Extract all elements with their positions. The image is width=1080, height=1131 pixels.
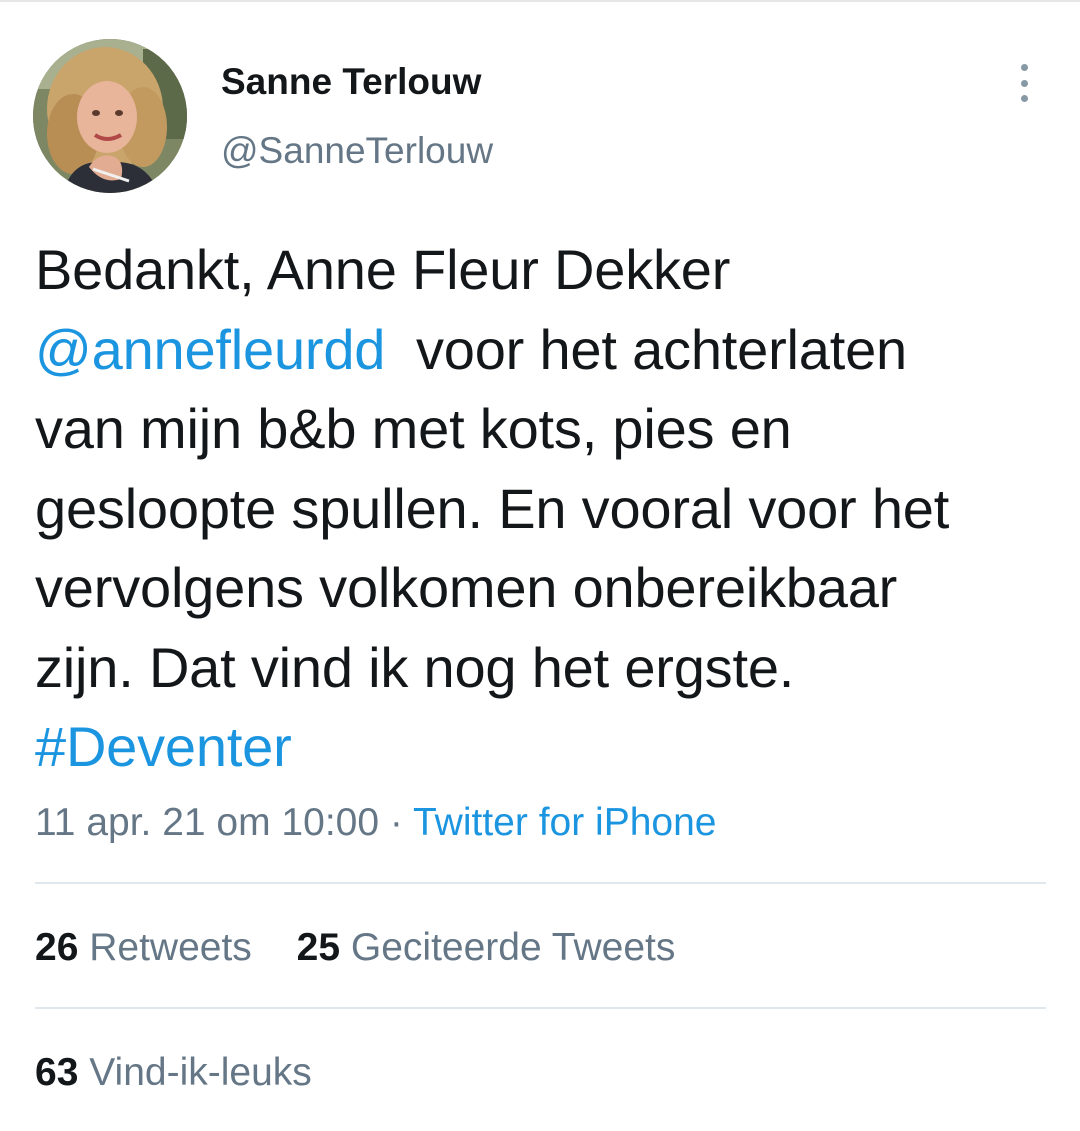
likes-stats: 63 Vind-ik-leuks xyxy=(35,1050,312,1096)
author-handle[interactable]: @SanneTerlouw xyxy=(221,129,493,173)
tweet-line: vervolgens volkomen onbereikbaar xyxy=(35,556,898,619)
tweet-line: Bedankt, Anne Fleur Dekker xyxy=(35,238,731,301)
more-vertical-icon xyxy=(1020,64,1028,71)
engagement-stats: 26 Retweets 25 Geciteerde Tweets xyxy=(35,925,675,971)
tweet-line: @annefleurdd voor het achterlaten xyxy=(35,310,1055,390)
tweet-line: zijn. Dat vind ik nog het ergste. xyxy=(35,635,795,699)
quote-tweets-stat[interactable]: 25 Geciteerde Tweets xyxy=(297,925,676,971)
retweets-count: 26 xyxy=(35,926,79,969)
quote-tweets-count: 25 xyxy=(296,926,341,969)
author-display-name[interactable]: Sanne Terlouw xyxy=(221,60,481,104)
retweets-stat[interactable]: 26 Retweets xyxy=(35,925,252,971)
tweet-text: Bedankt, Anne Fleur Dekker @annefleurdd … xyxy=(35,230,1055,787)
top-divider xyxy=(0,0,1080,2)
hashtag-link[interactable]: #Deventer xyxy=(35,715,292,778)
tweet-line: van mijn b&b met kots, pies en xyxy=(35,397,792,460)
avatar[interactable] xyxy=(33,39,187,193)
tweet-line-text: voor het achterlaten xyxy=(415,317,907,381)
stats-divider-top xyxy=(35,882,1046,884)
mention-link[interactable]: @annefleurdd xyxy=(35,318,385,381)
retweets-label: Retweets xyxy=(89,926,252,969)
more-vertical-icon-dot xyxy=(1020,95,1028,102)
stats-divider-bottom xyxy=(35,1007,1046,1009)
quote-tweets-label: Geciteerde Tweets xyxy=(350,926,676,969)
meta-separator: · xyxy=(389,801,403,844)
tweet-meta: 11 apr. 21 om 10:00 · Twitter for iPhone xyxy=(35,800,716,846)
likes-stat[interactable]: 63 Vind-ik-leuks xyxy=(35,1050,312,1096)
likes-label: Vind-ik-leuks xyxy=(89,1051,312,1094)
more-options-button[interactable] xyxy=(1004,60,1044,106)
tweet-timestamp[interactable]: 11 apr. 21 om 10:00 xyxy=(35,801,379,844)
tweet-source-link[interactable]: Twitter for iPhone xyxy=(413,801,716,844)
tweet-line: gesloopte spullen. En vooral voor het xyxy=(35,476,950,540)
profile-photo-icon xyxy=(33,39,187,193)
tweet-line: #Deventer xyxy=(35,707,1055,787)
likes-count: 63 xyxy=(35,1051,79,1094)
more-vertical-icon-dot xyxy=(1020,79,1028,87)
